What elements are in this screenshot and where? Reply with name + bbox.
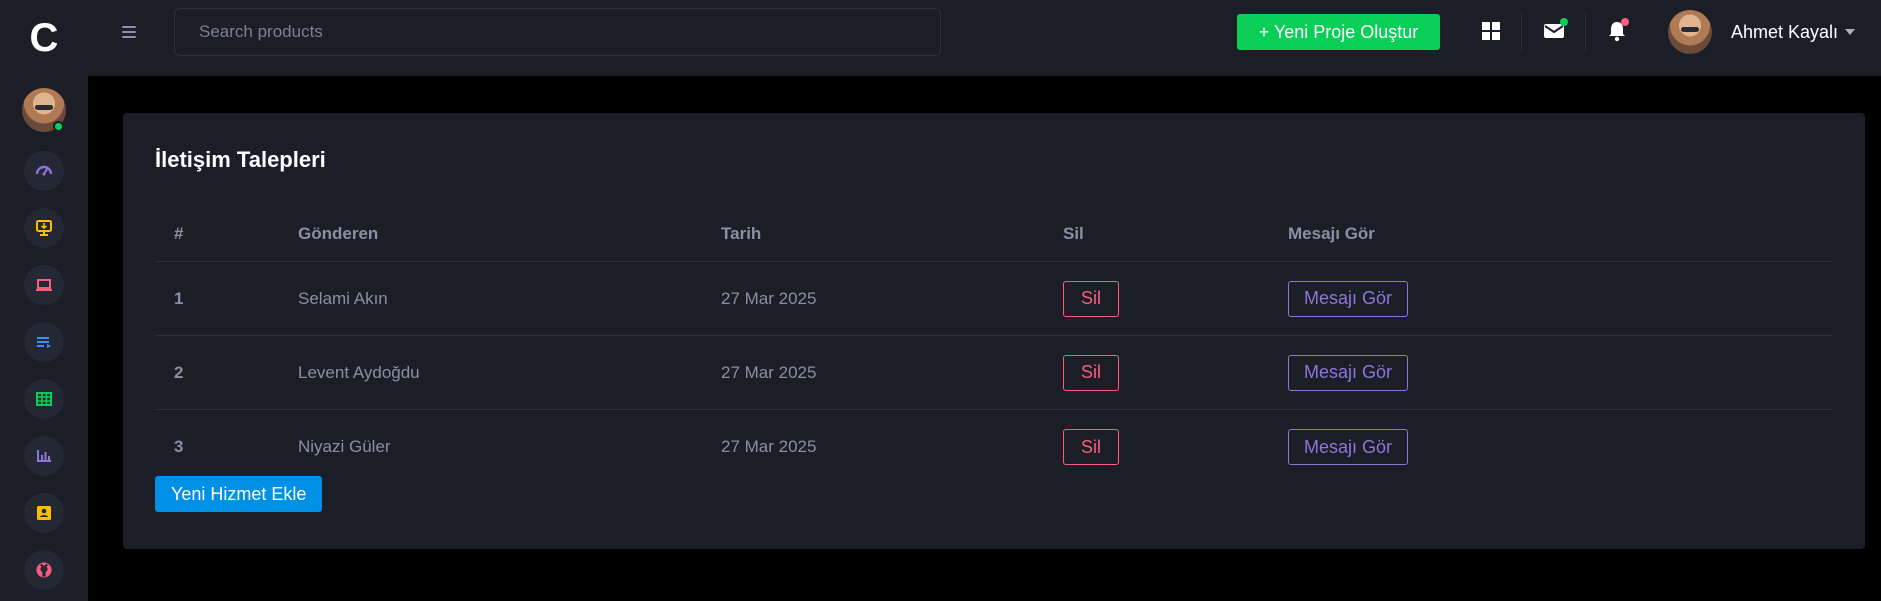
list-icon[interactable] (24, 322, 64, 362)
page-title: İletişim Talepleri (155, 147, 326, 172)
table-row: 1 Selami Akın 27 Mar 2025 Sil Mesajı Gör (155, 262, 1833, 336)
column-header-sender: Gönderen (298, 224, 379, 243)
presentation-icon[interactable] (24, 208, 64, 248)
table-row: 2 Levent Aydoğdu 27 Mar 2025 Sil Mesajı … (155, 336, 1833, 410)
row-delete-cell: Sil (1063, 280, 1120, 317)
dashboard-icon[interactable] (24, 151, 64, 191)
column-header-view: Mesajı Gör (1288, 224, 1375, 243)
apps-grid-icon[interactable] (1478, 18, 1504, 44)
search-input[interactable] (174, 8, 941, 56)
row-sender: Niyazi Güler (298, 437, 391, 456)
table-header: # Gönderen Tarih Sil Mesajı Gör (155, 207, 1833, 262)
row-number: 1 (174, 288, 184, 308)
user-name[interactable]: Ahmet Kayalı (1731, 22, 1838, 43)
table-icon[interactable] (24, 379, 64, 419)
row-delete-cell: Sil (1063, 429, 1120, 465)
row-date: 27 Mar 2025 (721, 437, 817, 456)
view-message-button[interactable]: Mesajı Gör (1288, 354, 1409, 391)
user-avatar[interactable] (1668, 10, 1712, 54)
bell-icon[interactable] (1604, 18, 1630, 44)
table-row: 3 Niyazi Güler 27 Mar 2025 Sil Mesajı Gö… (155, 410, 1833, 484)
delete-button[interactable]: Sil (1063, 354, 1120, 391)
add-service-button[interactable]: Yeni Hizmet Ekle (155, 476, 323, 512)
delete-button[interactable]: Sil (1063, 429, 1120, 465)
contact-card-icon[interactable] (24, 493, 64, 533)
contact-requests-table: # Gönderen Tarih Sil Mesajı Gör 1 Selami… (155, 207, 1833, 484)
brand-logo-letter: C (29, 15, 59, 60)
row-sender: Selami Akın (298, 288, 388, 308)
row-view-cell: Mesajı Gör (1288, 354, 1409, 391)
row-date: 27 Mar 2025 (721, 362, 817, 382)
notification-badge (1621, 18, 1629, 26)
laptop-icon[interactable] (24, 265, 64, 305)
row-number: 2 (174, 362, 184, 382)
column-header-delete: Sil (1063, 224, 1084, 243)
new-project-button[interactable]: + Yeni Proje Oluştur (1237, 14, 1440, 50)
row-date: 27 Mar 2025 (721, 288, 817, 308)
menu-toggle-icon[interactable] (122, 22, 142, 42)
view-message-button[interactable]: Mesajı Gör (1288, 429, 1409, 465)
row-delete-cell: Sil (1063, 354, 1120, 391)
mail-badge (1560, 18, 1568, 26)
github-icon[interactable] (24, 550, 64, 590)
online-status-dot (53, 121, 64, 132)
top-navbar: C + Yeni Proje Oluştur Ahmet Kayalı (0, 0, 1881, 76)
chevron-down-icon[interactable] (1845, 29, 1855, 35)
column-header-date: Tarih (721, 224, 762, 243)
delete-button[interactable]: Sil (1063, 280, 1120, 317)
row-view-cell: Mesajı Gör (1288, 280, 1409, 317)
column-header-num: # (174, 224, 184, 243)
mail-icon[interactable] (1541, 18, 1568, 44)
topbar-divider (1585, 12, 1586, 52)
view-message-button[interactable]: Mesajı Gör (1288, 280, 1409, 317)
row-number: 3 (174, 437, 184, 456)
sidebar (0, 76, 88, 601)
row-sender: Levent Aydoğdu (298, 362, 420, 382)
brand-logo[interactable]: C (0, 0, 88, 76)
row-view-cell: Mesajı Gör (1288, 429, 1409, 465)
bar-chart-icon[interactable] (24, 436, 64, 476)
topbar-divider (1521, 12, 1522, 52)
contact-requests-card: İletişim Talepleri # Gönderen Tarih Sil … (123, 113, 1865, 549)
